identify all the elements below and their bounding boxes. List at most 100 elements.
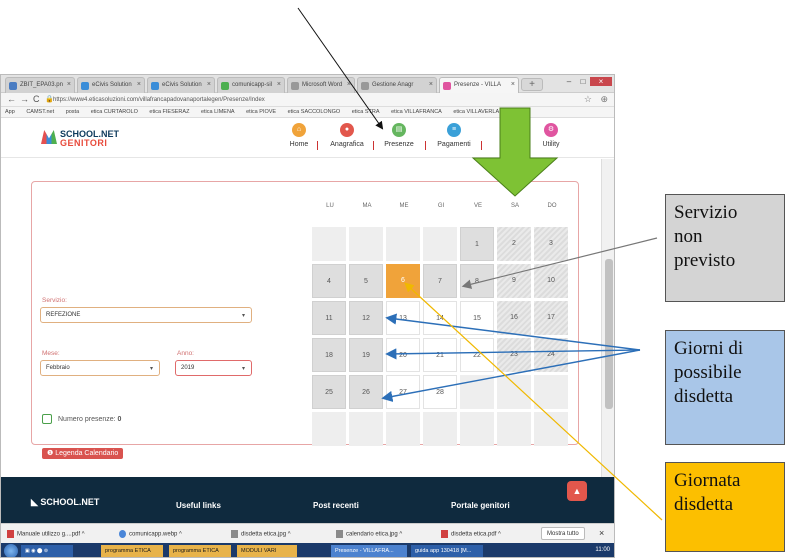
calendar-day[interactable]: 24 [534, 338, 568, 372]
bookmark-item[interactable]: etica LIMENA [201, 109, 235, 115]
calendar-day[interactable]: 8 [460, 264, 494, 298]
calendar-day[interactable]: 10 [534, 264, 568, 298]
browser-tab[interactable]: eCivis Solution × [147, 77, 215, 93]
calendar-day[interactable]: 26 [349, 375, 383, 409]
calendar-day[interactable]: 2 [497, 227, 531, 261]
calendar-day[interactable]: 15 [460, 301, 494, 335]
bookmark-item[interactable]: etica SACCOLONGO [288, 109, 341, 115]
close-tab-icon[interactable]: × [429, 81, 433, 88]
chevron-up-icon[interactable]: ^ [288, 532, 291, 538]
calendar-day[interactable]: 3 [534, 227, 568, 261]
calendar-day[interactable]: 5 [349, 264, 383, 298]
download-item[interactable]: calendario etica.jpg ^ [336, 530, 402, 538]
taskbar-item[interactable]: MODULI VARI [237, 545, 297, 557]
taskbar-item[interactable]: programma ETICA [101, 545, 163, 557]
download-item[interactable]: comunicapp.webp ^ [119, 530, 182, 538]
bookmark-item[interactable]: etica STRA [352, 109, 380, 115]
anno-select[interactable]: 2019 ▾ [175, 360, 252, 376]
calendar-day[interactable]: 27 [386, 375, 420, 409]
url-field[interactable]: https://www4.eticasoluzioni.com/villafra… [53, 95, 553, 105]
calendar-day[interactable]: 17 [534, 301, 568, 335]
scroll-top-button[interactable]: ▲ [567, 481, 587, 501]
calendar-day-empty [312, 227, 346, 261]
servizio-select[interactable]: REFEZIONE ▾ [40, 307, 252, 323]
calendar-day[interactable]: 28 [423, 375, 457, 409]
back-icon[interactable]: ← [7, 94, 16, 104]
taskbar-item[interactable]: programma ETICA [169, 545, 231, 557]
close-window-icon[interactable]: × [590, 77, 612, 86]
download-item[interactable]: Manuale utilizzo g....pdf ^ [7, 530, 85, 538]
new-tab-button[interactable]: + [521, 78, 543, 91]
calendar-day[interactable]: 12 [349, 301, 383, 335]
calendar-day[interactable]: 16 [497, 301, 531, 335]
close-tab-icon[interactable]: × [207, 81, 211, 88]
calendar-day[interactable]: 23 [497, 338, 531, 372]
profile-icon[interactable]: ⊕ [600, 94, 608, 105]
legenda-calendario-button[interactable]: ❶ Legenda Calendario [42, 448, 124, 459]
footer-portale-genitori[interactable]: Portale genitori [451, 501, 510, 510]
show-all-downloads-button[interactable]: Mostra tutto [541, 527, 585, 540]
maximize-icon[interactable]: □ [576, 77, 590, 86]
download-item[interactable]: disdetta etica.pdf ^ [441, 530, 501, 538]
close-tab-icon[interactable]: × [137, 81, 141, 88]
calendar-day[interactable]: 7 [423, 264, 457, 298]
calendar-day[interactable]: 19 [349, 338, 383, 372]
nav-anagrafica[interactable]: ● Anagrafica [319, 123, 375, 148]
calendar-day[interactable]: 13 [386, 301, 420, 335]
browser-tab[interactable]: Microsoft Word × [287, 77, 355, 93]
calendar-day[interactable]: 1 [460, 227, 494, 261]
bookmark-item[interactable]: etica VILLAVERLA [453, 109, 499, 115]
footer-useful-links[interactable]: Useful links [176, 501, 221, 510]
mese-select[interactable]: Febbraio ▾ [40, 360, 160, 376]
bookmark-item[interactable]: posta [66, 109, 79, 115]
bookmark-item[interactable]: App [5, 109, 15, 115]
calendar-day[interactable]: 21 [423, 338, 457, 372]
bookmark-item[interactable]: etica VILLAFRANCA [391, 109, 442, 115]
calendar-day[interactable]: 18 [312, 338, 346, 372]
bookmark-item[interactable]: CAMST.net [26, 109, 54, 115]
bookmark-item[interactable]: etica FIESERAZ [149, 109, 189, 115]
nav-utility[interactable]: ⚙ Utility [523, 123, 579, 148]
calendar-day[interactable]: 9 [497, 264, 531, 298]
browser-tab[interactable]: Gestione Anagr × [357, 77, 437, 93]
page-scrollbar[interactable] [601, 159, 614, 477]
nav-presenze[interactable]: ▤ Presenze [371, 123, 427, 148]
taskbar-quicklaunch[interactable]: ▣ ◉ ⬤ ⊚ [21, 545, 73, 557]
reload-icon[interactable]: C [33, 94, 40, 104]
calendar-day[interactable]: 22 [460, 338, 494, 372]
calendar-day[interactable]: 6 [386, 264, 420, 298]
close-tab-icon[interactable]: × [511, 81, 515, 88]
callout-line: disdetta [674, 386, 734, 407]
forward-icon[interactable]: → [20, 94, 29, 104]
calendar-day[interactable]: 11 [312, 301, 346, 335]
download-item[interactable]: disdetta etica.jpg ^ [231, 530, 291, 538]
close-tab-icon[interactable]: × [277, 81, 281, 88]
browser-tab[interactable]: comunicapp-sil × [217, 77, 285, 93]
footer-post-recenti[interactable]: Post recenti [313, 501, 359, 510]
bookmark-star-icon[interactable]: ☆ [584, 94, 592, 105]
site-header: SCHOOL.NET GENITORI ⌂ Home ● Anagrafica … [1, 118, 614, 158]
scrollbar-thumb[interactable] [605, 259, 613, 409]
chevron-up-icon[interactable]: ^ [399, 532, 402, 538]
chevron-up-icon[interactable]: ^ [179, 532, 182, 538]
calendar-day[interactable]: 25 [312, 375, 346, 409]
close-downloads-icon[interactable]: × [599, 528, 604, 538]
calendar-day[interactable]: 4 [312, 264, 346, 298]
bookmark-item[interactable]: etica PIOVE [246, 109, 276, 115]
bookmark-item[interactable]: etica CURTAROLO [91, 109, 138, 115]
taskbar-item-active[interactable]: Presenze - VILLAFRA... [331, 545, 407, 557]
browser-tab-active[interactable]: Presenze - VILLA × [439, 77, 519, 93]
minimize-icon[interactable]: – [562, 77, 576, 86]
browser-tab[interactable]: eCivis Solution × [77, 77, 145, 93]
download-name: Manuale utilizzo g....pdf [17, 531, 81, 538]
start-button-icon[interactable] [4, 544, 18, 557]
chevron-up-icon[interactable]: ^ [82, 532, 85, 538]
chevron-up-icon[interactable]: ^ [498, 532, 501, 538]
taskbar-item[interactable]: guida app 130418 [M... [411, 545, 483, 557]
browser-tab[interactable]: ZBIT_EPA03.pn × [5, 77, 75, 93]
calendar-day[interactable]: 20 [386, 338, 420, 372]
calendar-day[interactable]: 14 [423, 301, 457, 335]
nav-pagamenti[interactable]: ≡ Pagamenti [426, 123, 482, 148]
close-tab-icon[interactable]: × [347, 81, 351, 88]
close-tab-icon[interactable]: × [67, 81, 71, 88]
